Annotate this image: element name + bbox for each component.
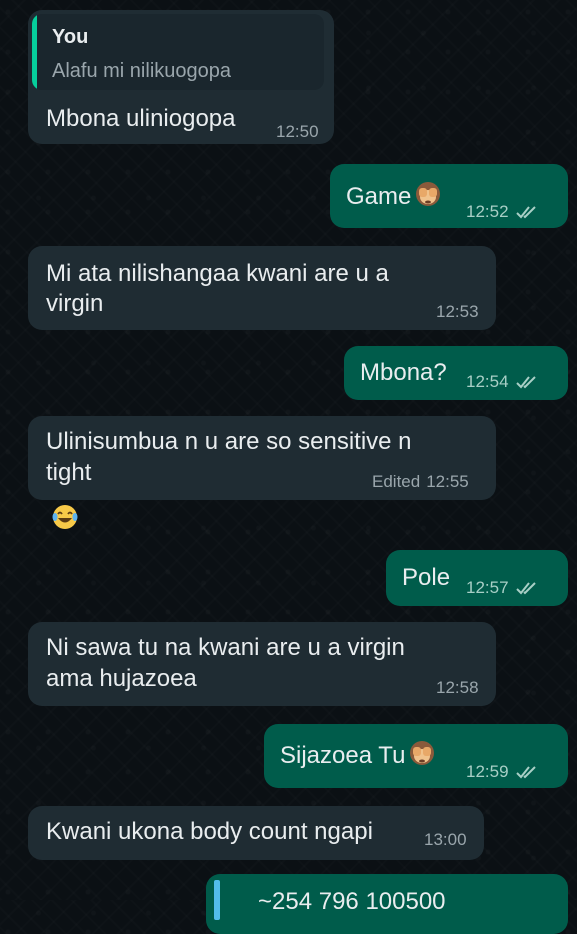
message-text: Mbona uliniogopa	[46, 105, 236, 132]
message-bubble-outgoing[interactable]: Sijazoea Tu 12:59	[264, 724, 568, 788]
time-label: 12:55	[426, 472, 469, 491]
face-with-tears-of-joy-icon[interactable]	[50, 502, 80, 532]
message-time: 12:50	[276, 122, 319, 142]
message-bubble-incoming[interactable]: Kwani ukona body count ngapi 13:00	[28, 806, 484, 860]
message-time: 12:53	[436, 302, 479, 322]
message-text: Sijazoea Tu	[280, 738, 437, 772]
message-bubble-incoming[interactable]: Ni sawa tu na kwani are u a virgin ama h…	[28, 622, 496, 706]
message-text: Pole	[402, 564, 451, 591]
quote-text: Alafu mi nilikuogopa	[52, 60, 231, 82]
message-text: Game	[346, 179, 443, 213]
message-text-content: Sijazoea Tu	[280, 742, 406, 769]
message-meta: 12:52	[466, 202, 539, 222]
message-bubble-outgoing[interactable]: Mbona? 12:54	[344, 346, 568, 400]
double-check-icon	[515, 582, 536, 595]
quote-author: You	[52, 26, 89, 48]
time-label: 12:52	[466, 202, 509, 221]
time-label: 12:54	[466, 372, 509, 391]
message-line: tight	[46, 459, 92, 486]
see-no-evil-monkey-icon	[410, 741, 435, 765]
message-meta: 12:54	[466, 372, 539, 392]
message-bubble-incoming[interactable]: Mi ata nilishangaa kwani are u a virgin …	[28, 246, 496, 330]
double-check-icon	[515, 766, 536, 779]
message-meta: 12:59	[466, 762, 539, 782]
message-text: Kwani ukona body count ngapi	[46, 818, 373, 845]
chat-area: You Alafu mi nilikuogopa Mbona uliniogop…	[0, 0, 577, 934]
message-bubble-incoming[interactable]: You Alafu mi nilikuogopa Mbona uliniogop…	[28, 10, 334, 144]
time-label: 12:53	[436, 302, 479, 321]
message-line: Ulinisumbua n u are so sensitive n	[46, 428, 412, 455]
quote-accent-bar	[214, 880, 220, 920]
message-line: Mi ata nilishangaa kwani are u a	[46, 260, 389, 287]
quote-accent-bar	[32, 14, 37, 90]
time-label: 12:58	[436, 678, 479, 697]
double-check-icon	[515, 206, 536, 219]
message-time: 13:00	[424, 830, 467, 850]
message-bubble-outgoing-partial[interactable]: ~254 796 100500	[206, 874, 568, 934]
see-no-evil-monkey-icon	[416, 182, 441, 206]
message-meta: 12:57	[466, 578, 539, 598]
message-line: ama hujazoea	[46, 665, 197, 692]
message-line: Ni sawa tu na kwani are u a virgin	[46, 634, 405, 661]
message-line: virgin	[46, 290, 104, 317]
edited-label: Edited	[372, 472, 421, 491]
message-text-content: Game	[346, 183, 412, 210]
time-label: 12:57	[466, 578, 509, 597]
message-text: ~254 796 100500	[258, 888, 446, 915]
time-label: 12:50	[276, 122, 319, 141]
message-bubble-incoming[interactable]: Ulinisumbua n u are so sensitive n tight…	[28, 416, 496, 500]
message-bubble-outgoing[interactable]: Pole 12:57	[386, 550, 568, 606]
time-label: 12:59	[466, 762, 509, 781]
message-bubble-outgoing[interactable]: Game 12:52	[330, 164, 568, 228]
double-check-icon	[515, 376, 536, 389]
message-meta: Edited 12:55	[372, 472, 469, 492]
time-label: 13:00	[424, 830, 467, 849]
message-text: Mbona?	[360, 359, 447, 386]
message-time: 12:58	[436, 678, 479, 698]
quoted-message[interactable]: You Alafu mi nilikuogopa	[32, 14, 324, 90]
